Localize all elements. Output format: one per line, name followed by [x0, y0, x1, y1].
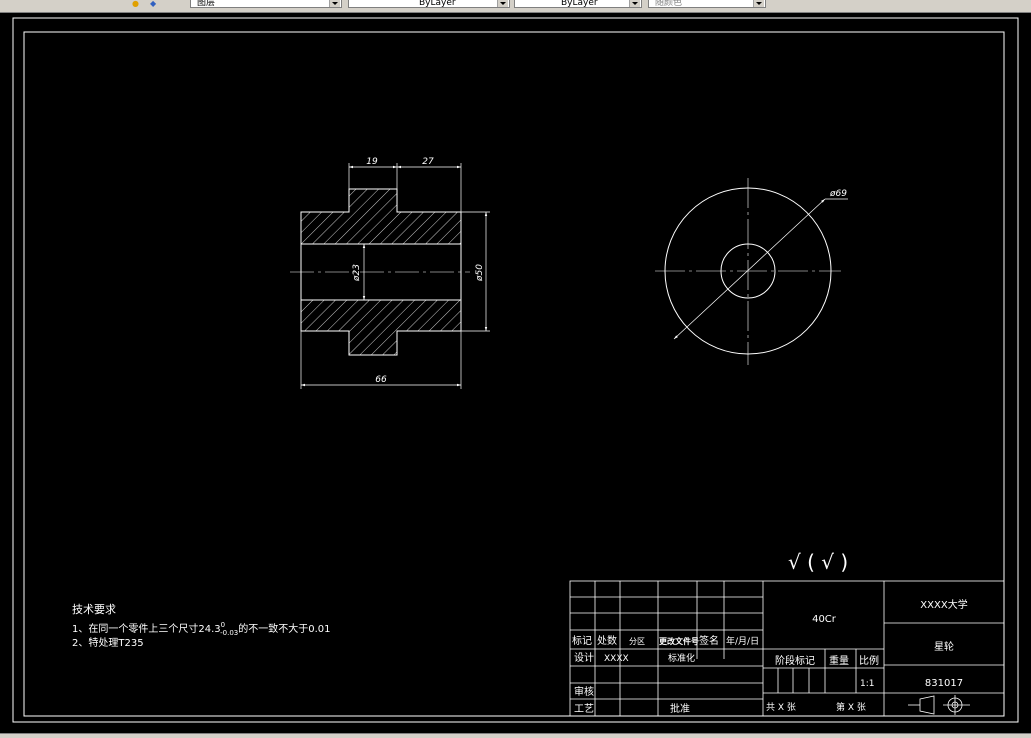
- tb-weight-label: 重量: [829, 654, 849, 667]
- tb-part-name: 星轮: [934, 640, 954, 653]
- tech-title: 技术要求: [72, 603, 116, 616]
- roughness-symbol: √ ( √ ): [788, 550, 848, 574]
- tb-drawing-no: 831017: [925, 678, 963, 689]
- toolbar: ● ◆ 图层 ByLayer ByLayer 随颜色: [0, 0, 1031, 13]
- tb-review-label: 审核: [574, 685, 594, 698]
- tech-line1-sup: 0: [221, 621, 225, 629]
- upper-section: [300, 188, 462, 245]
- tb-header-mark: 标记: [572, 635, 592, 647]
- tb-stage-label: 阶段标记: [775, 654, 815, 667]
- inner-border: [23, 31, 1005, 717]
- tb-standard-label: 标准化: [668, 652, 695, 664]
- tech-line1-prefix: 1、在同一个零件上三个尺寸24.3: [72, 622, 221, 635]
- layer-combo-value: 图层: [197, 0, 216, 8]
- side-view[interactable]: ø69: [655, 178, 848, 365]
- tech-line1-sub: -0.03: [220, 629, 238, 637]
- dim-diameter: ø69: [829, 189, 847, 199]
- tb-header-sign: 签名: [699, 634, 719, 647]
- tb-header-zone: 分区: [629, 637, 645, 646]
- tb-scale-label: 比例: [859, 654, 879, 667]
- linetype-combo-value: ByLayer: [561, 0, 598, 8]
- dim-27: 27: [422, 157, 434, 167]
- plotstyle-combo[interactable]: 随颜色: [648, 0, 766, 8]
- tb-header-date: 年/月/日: [726, 635, 759, 647]
- tb-approve-label: 批准: [670, 702, 690, 715]
- projection-symbol-icon: [908, 695, 970, 715]
- linetype-combo[interactable]: ByLayer: [514, 0, 642, 8]
- chevron-down-icon[interactable]: [329, 0, 340, 7]
- lower-section: [300, 299, 462, 356]
- tb-design-value: XXXX: [604, 654, 629, 664]
- tech-requirements: 技术要求 1、在同一个零件上三个尺寸24.30 -0.03的不一致不大于0.01 …: [72, 603, 331, 649]
- tech-line1: 1、在同一个零件上三个尺寸24.30 -0.03的不一致不大于0.01: [72, 621, 331, 637]
- diameter-leader: [673, 198, 826, 340]
- status-bar: [0, 733, 1031, 738]
- layer-combo[interactable]: 图层: [190, 0, 342, 8]
- color-combo-value: ByLayer: [419, 0, 456, 8]
- chevron-down-icon[interactable]: [753, 0, 764, 7]
- tech-line1-suffix: 的不一致不大于0.01: [238, 622, 330, 635]
- chevron-down-icon[interactable]: [629, 0, 640, 7]
- dim-outer: ø50: [475, 264, 485, 282]
- plotstyle-combo-value: 随颜色: [655, 0, 683, 8]
- dim-bore: ø23: [352, 264, 362, 282]
- tb-scale-value: 1:1: [860, 679, 874, 689]
- dim-66: 66: [375, 375, 387, 385]
- layer-previous-icon[interactable]: ◆: [150, 0, 156, 8]
- outer-border: [12, 17, 1019, 723]
- tb-header-doc: 更改文件号: [659, 636, 699, 646]
- tb-process-label: 工艺: [574, 703, 594, 715]
- drawing-canvas[interactable]: 19 27 ø23 ø50 66 ø69 √ ( √ ) 技术要求 1、在同一个…: [0, 13, 1031, 734]
- tb-material: 40Cr: [812, 614, 837, 625]
- tb-university: XXXX大学: [920, 598, 967, 611]
- title-block-text: 标记 处数 分区 更改文件号 签名 年/月/日 设计 XXXX 标准化 审核 工…: [572, 598, 968, 715]
- tb-sheets-total: 共 X 张: [766, 702, 796, 713]
- color-combo[interactable]: ByLayer: [348, 0, 510, 8]
- tb-design-label: 设计: [574, 651, 594, 664]
- tb-sheet-no: 第 X 张: [836, 701, 866, 713]
- front-view[interactable]: 19 27 ø23 ø50 66: [290, 157, 490, 389]
- tech-line2: 2、特处理T235: [72, 637, 144, 649]
- layer-state-icon[interactable]: ●: [132, 0, 139, 8]
- tb-header-count: 处数: [597, 634, 617, 647]
- chevron-down-icon[interactable]: [497, 0, 508, 7]
- dim-19: 19: [366, 157, 378, 167]
